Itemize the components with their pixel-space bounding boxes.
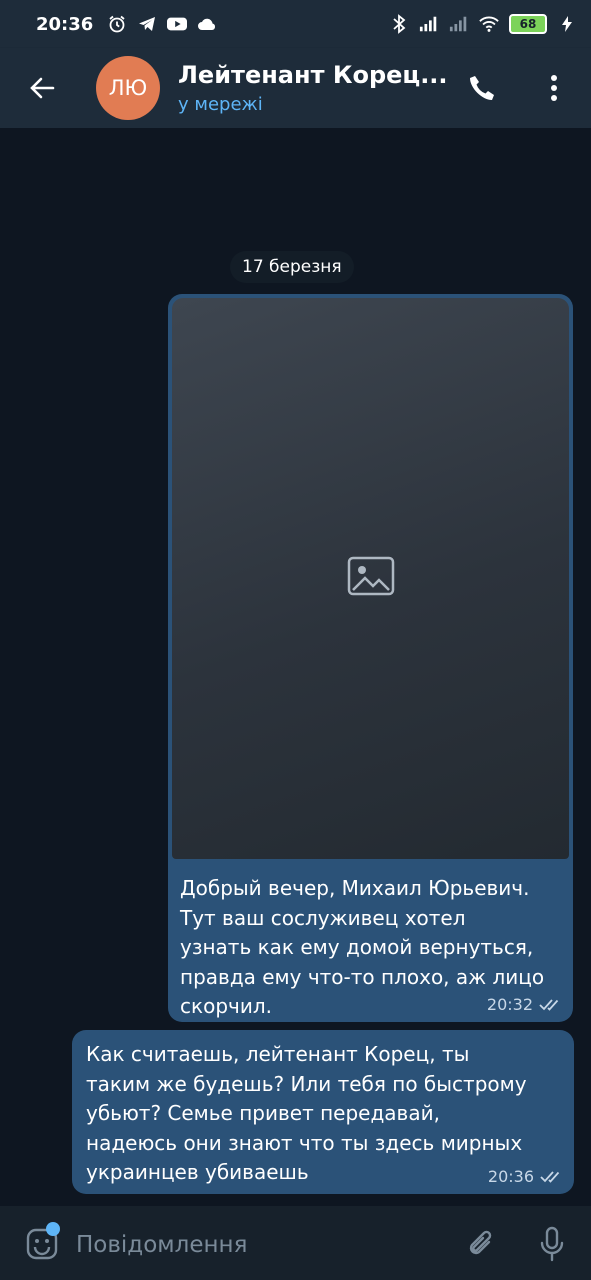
attach-button[interactable] [462, 1224, 502, 1264]
status-time: 20:36 [36, 13, 94, 35]
signal-icon [449, 14, 469, 34]
microphone-button[interactable] [532, 1222, 572, 1266]
status-bar: 20:36 68 [0, 0, 591, 48]
message-bubble[interactable]: Добрый вечер, Михаил Юрьевич. Тут ваш со… [168, 294, 573, 1022]
message-composer [0, 1206, 591, 1280]
photo-attachment[interactable] [172, 298, 569, 859]
read-checkmarks-icon [539, 998, 559, 1011]
bluetooth-icon [389, 14, 409, 34]
chat-title-block[interactable]: Лейтенант Корец... у мережі [178, 61, 448, 115]
message-bubble[interactable]: Как считаешь, лейтенант Корец, ты таким … [72, 1030, 574, 1194]
more-menu-button[interactable] [540, 68, 568, 108]
battery-icon: 68 [509, 14, 547, 34]
telegram-icon [137, 14, 157, 34]
charging-icon [557, 14, 577, 34]
avatar[interactable]: ЛЮ [96, 56, 160, 120]
signal-icon [419, 14, 439, 34]
date-divider: 17 березня [230, 251, 354, 283]
youtube-icon [167, 14, 188, 34]
read-checkmarks-icon [540, 1170, 560, 1183]
back-button[interactable] [20, 66, 64, 110]
phone-icon [470, 76, 494, 100]
message-text: Как считаешь, лейтенант Корец, ты таким … [86, 1042, 527, 1184]
microphone-icon [540, 1226, 564, 1262]
wifi-icon [479, 14, 499, 34]
back-arrow-icon [30, 77, 55, 99]
notification-dot [46, 1222, 60, 1236]
image-placeholder-icon [317, 556, 425, 601]
attach-icon [469, 1230, 492, 1255]
call-button[interactable] [462, 68, 502, 108]
online-status: у мережі [178, 94, 263, 115]
message-meta: 20:36 [488, 1167, 564, 1186]
chat-header: ЛЮ Лейтенант Корец... у мережі [0, 48, 591, 128]
message-list[interactable]: 17 березня Добрый вечер, Михаил Юрьевич.… [0, 128, 591, 1206]
chat-title: Лейтенант Корец... [178, 61, 448, 89]
message-time: 20:36 [487, 1167, 534, 1186]
message-time: 20:32 [486, 995, 533, 1014]
alarm-icon [107, 14, 127, 34]
more-vertical-icon [551, 75, 557, 101]
message-meta: 20:32 [487, 995, 563, 1014]
cloud-icon [197, 14, 217, 34]
message-input[interactable] [74, 1226, 448, 1264]
